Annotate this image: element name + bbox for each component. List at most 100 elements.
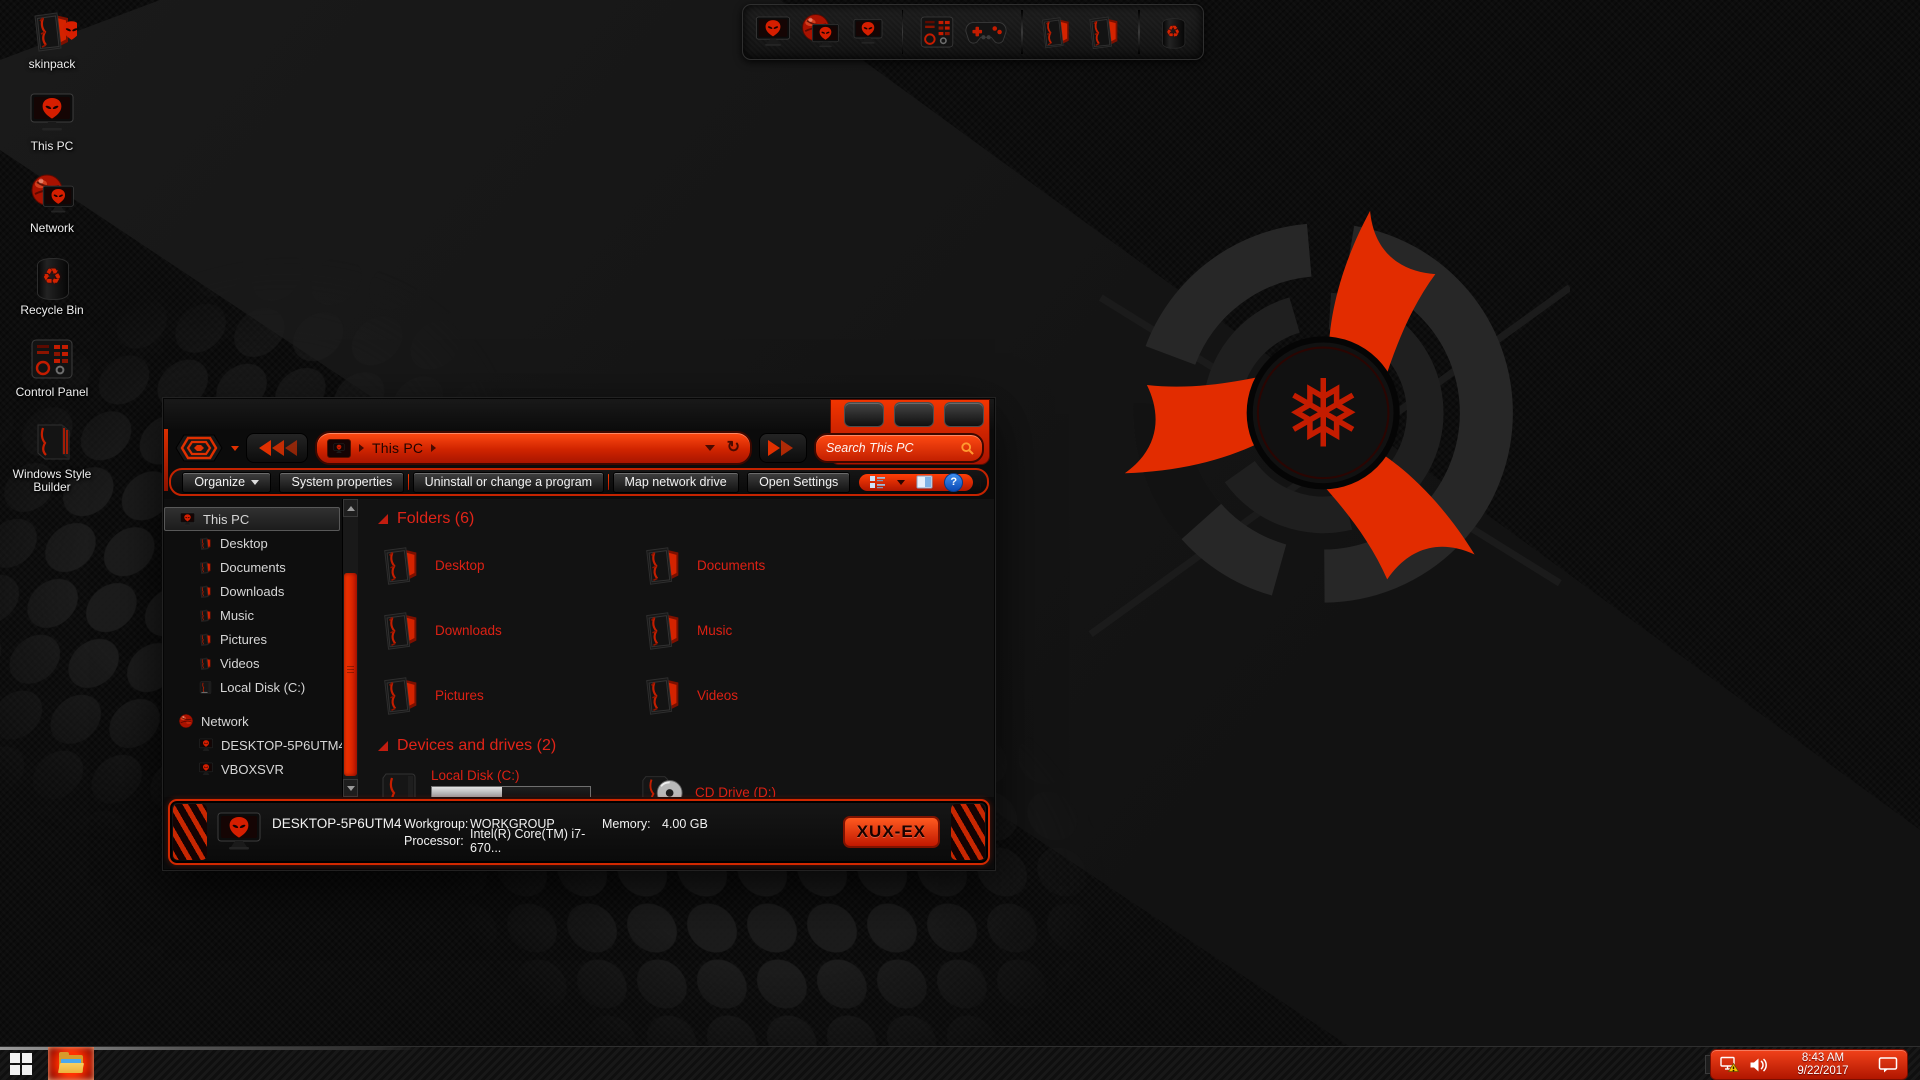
sidebar-item-vboxsvr[interactable]: VBOXSVR xyxy=(164,757,342,781)
back-chevrons-icon xyxy=(255,439,299,457)
sidebar-item-this-pc[interactable]: This PC xyxy=(164,507,340,531)
button-label: Map network drive xyxy=(625,475,727,489)
dock-icon-recycle-bin[interactable]: ♻ xyxy=(1154,9,1193,55)
address-history-caret-icon[interactable] xyxy=(705,445,715,451)
dock-icon-games[interactable] xyxy=(965,9,1007,55)
desktop-icon-network[interactable]: Network xyxy=(6,170,98,252)
organize-button[interactable]: Organize xyxy=(182,472,271,493)
windows-flag-icon xyxy=(22,1053,32,1063)
window-menu-emblem-icon[interactable] xyxy=(174,433,224,463)
top-dock: ♻ xyxy=(742,4,1204,60)
theme-brand-badge: XUX-EX xyxy=(843,816,940,848)
folder-icon xyxy=(640,540,686,590)
desktop-icon-windows-style-builder[interactable]: Windows Style Builder xyxy=(6,416,98,498)
folder-icon xyxy=(198,608,213,623)
sidebar-item-label: Documents xyxy=(220,560,286,575)
desktop-icon-control-panel[interactable]: Control Panel xyxy=(6,334,98,416)
folders-section-header[interactable]: Folders (6) xyxy=(378,510,986,528)
processor-label: Processor: xyxy=(404,834,470,848)
sidebar-item-desktop-5p6utm4[interactable]: DESKTOP-5P6UTM4 xyxy=(164,733,342,757)
uninstall-program-button[interactable]: Uninstall or change a program xyxy=(413,472,604,493)
search-input[interactable] xyxy=(824,440,957,456)
tile-downloads[interactable]: Downloads xyxy=(378,602,640,658)
cd-drive-icon xyxy=(640,769,684,797)
scrollbar-track[interactable] xyxy=(343,517,358,779)
close-button[interactable] xyxy=(944,402,984,427)
preview-pane-icon[interactable] xyxy=(916,475,933,489)
breadcrumb-arrow-icon[interactable] xyxy=(431,444,436,452)
sidebar-item-videos[interactable]: Videos xyxy=(164,651,342,675)
button-label: Uninstall or change a program xyxy=(425,475,592,489)
sidebar-item-downloads[interactable]: Downloads xyxy=(164,579,342,603)
tile-desktop[interactable]: Desktop xyxy=(378,537,640,593)
dock-icon-network[interactable] xyxy=(800,9,840,55)
folders-grid: Desktop Documents Downloads Music xyxy=(378,537,986,723)
sidebar-item-network[interactable]: Network xyxy=(164,709,342,733)
tile-label: CD Drive (D:) xyxy=(695,785,776,798)
devices-section-header[interactable]: Devices and drives (2) xyxy=(378,737,986,755)
map-network-drive-button[interactable]: Map network drive xyxy=(613,472,739,493)
tile-music[interactable]: Music xyxy=(640,602,970,658)
scroll-down-button[interactable] xyxy=(343,779,358,797)
refresh-icon[interactable]: ↻ xyxy=(727,440,740,456)
scroll-up-button[interactable] xyxy=(343,499,358,517)
address-pc-icon xyxy=(327,439,351,458)
sidebar-item-label: Local Disk (C:) xyxy=(220,680,305,695)
tile-videos[interactable]: Videos xyxy=(640,667,970,723)
window-titlebar[interactable] xyxy=(164,399,994,429)
forward-button[interactable] xyxy=(759,433,807,463)
sidebar-scrollbar[interactable] xyxy=(342,499,358,797)
sidebar-item-documents[interactable]: Documents xyxy=(164,555,342,579)
taskbar: 8:43 AM 9/22/2017 xyxy=(0,1046,1920,1080)
help-button[interactable]: ? xyxy=(944,473,963,492)
sidebar-item-pictures[interactable]: Pictures xyxy=(164,627,342,651)
change-view-icon[interactable] xyxy=(869,475,886,489)
dock-icon-files-folder[interactable] xyxy=(1084,9,1124,55)
organize-label: Organize xyxy=(194,475,245,489)
this-pc-icon xyxy=(28,88,76,138)
system-properties-button[interactable]: System properties xyxy=(279,472,404,493)
section-title: Folders (6) xyxy=(397,510,474,528)
forward-chevrons-icon xyxy=(766,439,800,457)
view-caret-icon[interactable] xyxy=(897,480,905,485)
control-panel-icon xyxy=(28,334,76,384)
sidebar-item-label: DESKTOP-5P6UTM4 xyxy=(221,738,342,753)
computer-icon xyxy=(198,762,214,776)
sidebar-item-label: Music xyxy=(220,608,254,623)
sidebar-item-desktop[interactable]: Desktop xyxy=(164,531,342,555)
tile-pictures[interactable]: Pictures xyxy=(378,667,640,723)
dock-icon-computer[interactable] xyxy=(848,9,887,55)
desktop-icon-recycle-bin[interactable]: ♻ Recycle Bin xyxy=(6,252,98,334)
sidebar-item-label: Videos xyxy=(220,656,260,671)
maximize-button[interactable] xyxy=(894,402,934,427)
dock-icon-this-pc[interactable] xyxy=(753,9,792,55)
dock-icon-control-panel[interactable] xyxy=(917,9,956,55)
dock-icon-documents-folder[interactable] xyxy=(1037,9,1076,55)
volume-icon[interactable] xyxy=(1749,1057,1768,1073)
recycle-bin-icon: ♻ xyxy=(35,252,69,302)
menu-dropdown-caret-icon[interactable] xyxy=(231,446,239,451)
sidebar-item-music[interactable]: Music xyxy=(164,603,342,627)
start-button[interactable] xyxy=(10,1053,36,1075)
taskbar-clock[interactable]: 8:43 AM 9/22/2017 xyxy=(1777,1052,1869,1078)
disk-usage-bar xyxy=(431,786,591,798)
desktop-icon-this-pc[interactable]: This PC xyxy=(6,88,98,170)
open-settings-button[interactable]: Open Settings xyxy=(747,472,850,493)
search-box[interactable] xyxy=(814,433,984,463)
tile-label: Pictures xyxy=(435,688,484,703)
action-center-icon[interactable] xyxy=(1878,1056,1898,1073)
minimize-button[interactable] xyxy=(844,402,884,427)
drive-icon xyxy=(378,768,420,797)
network-status-icon[interactable] xyxy=(1720,1056,1740,1073)
tile-documents[interactable]: Documents xyxy=(640,537,970,593)
desktop-icon-skinpack[interactable]: skinpack xyxy=(6,6,98,88)
back-button[interactable] xyxy=(246,433,308,463)
breadcrumb[interactable]: This PC xyxy=(372,440,423,456)
tile-local-disk-c[interactable]: Local Disk (C:) 17.8 GB free of 31.5 GB xyxy=(378,764,640,797)
address-bar[interactable]: This PC ↻ xyxy=(315,431,752,465)
taskbar-file-explorer-button[interactable] xyxy=(48,1047,94,1080)
tile-cd-drive-d[interactable]: CD Drive (D:) xyxy=(640,764,970,797)
scrollbar-thumb[interactable] xyxy=(344,573,357,776)
file-explorer-icon xyxy=(59,1055,83,1073)
sidebar-item-local-disk-c[interactable]: Local Disk (C:) xyxy=(164,675,342,699)
